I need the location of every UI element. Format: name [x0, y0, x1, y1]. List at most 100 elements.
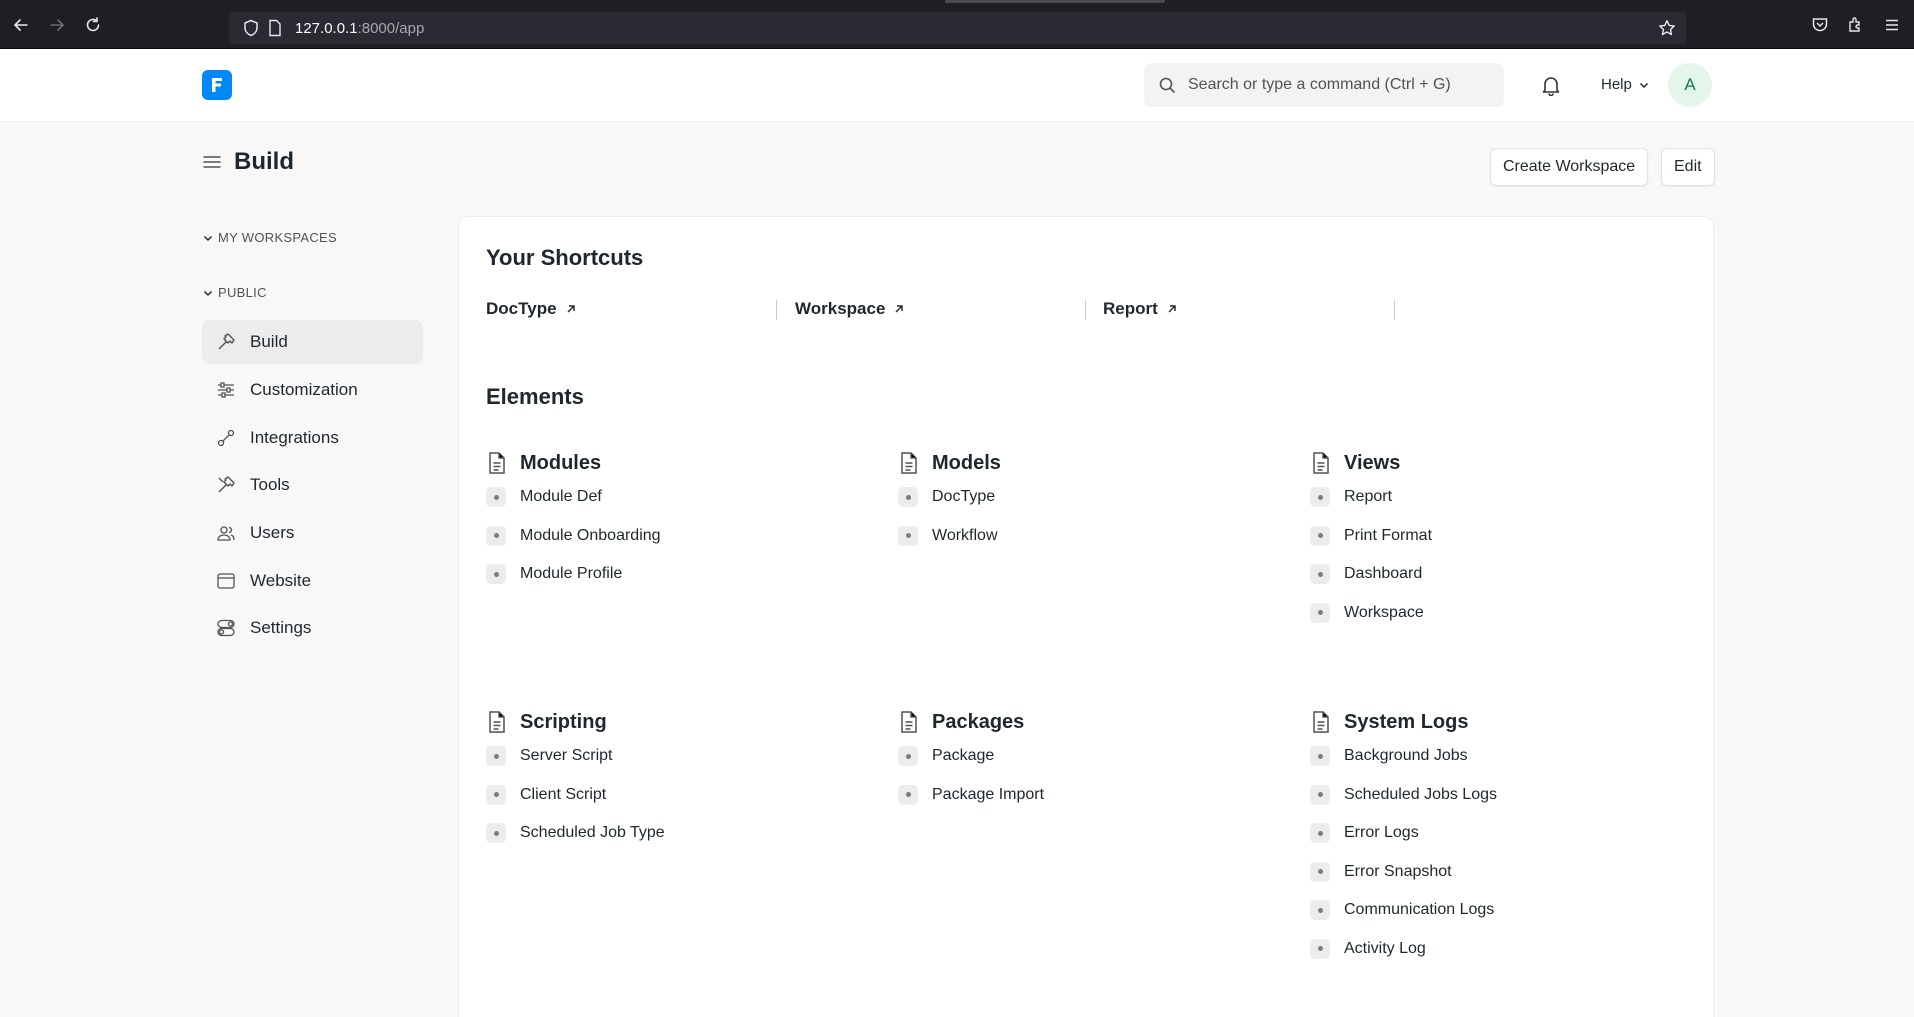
sliders-icon	[216, 380, 236, 400]
bullet-icon	[898, 525, 918, 546]
link-item[interactable]: Module Profile	[486, 555, 841, 594]
sidebar-item-users[interactable]: Users	[202, 511, 423, 555]
card-title: Modules	[520, 451, 602, 474]
card-title: System Logs	[1344, 710, 1469, 733]
back-icon[interactable]	[10, 14, 32, 36]
page-title: Build	[234, 148, 294, 175]
bookmark-star-icon[interactable]	[1658, 19, 1676, 37]
page-header: Build	[202, 148, 294, 176]
help-dropdown[interactable]: Help	[1601, 76, 1650, 93]
app-logo[interactable]	[202, 70, 232, 100]
card-title: Scripting	[520, 710, 607, 733]
link-item[interactable]: Error Snapshot	[1310, 853, 1665, 892]
sidebar-item-customization[interactable]: Customization	[202, 368, 423, 412]
page-icon	[267, 19, 285, 37]
url-bar[interactable]: 127.0.0.1:8000/app	[229, 12, 1686, 44]
link-item[interactable]: Server Script	[486, 737, 841, 776]
shortcuts-heading: Your Shortcuts	[486, 245, 644, 270]
link-item[interactable]: Report	[1310, 478, 1665, 517]
shortcut-doctype[interactable]: DocType	[486, 297, 577, 321]
search-input[interactable]	[1188, 76, 1488, 94]
link-item[interactable]: Module Onboarding	[486, 517, 841, 556]
sidebar-item-label: Integrations	[250, 428, 339, 447]
extensions-icon[interactable]	[1847, 16, 1865, 34]
sidebar-item-label: Users	[250, 523, 295, 542]
link-icon	[216, 428, 236, 448]
bullet-icon	[486, 525, 506, 546]
sidebar-item-tools[interactable]: Tools	[202, 463, 423, 507]
card-system-logs: System Logs Background Jobs Scheduled Jo…	[1305, 707, 1665, 968]
card-title: Packages	[932, 710, 1025, 733]
edit-button[interactable]: Edit	[1661, 148, 1715, 186]
link-item[interactable]: Scheduled Job Type	[486, 814, 841, 853]
bullet-icon	[1310, 823, 1330, 844]
sidebar-item-integrations[interactable]: Integrations	[202, 416, 423, 460]
link-item[interactable]: Package	[898, 737, 1253, 776]
link-item[interactable]: Module Def	[486, 478, 841, 517]
public-toggle[interactable]: PUBLIC	[202, 285, 267, 300]
pocket-icon[interactable]	[1811, 16, 1829, 34]
link-item[interactable]: Scheduled Jobs Logs	[1310, 776, 1665, 815]
sidebar-toggle-icon[interactable]	[202, 153, 222, 171]
sidebar-item-label: Build	[250, 332, 288, 351]
shortcut-report[interactable]: Report	[1103, 297, 1178, 321]
bullet-icon	[486, 564, 506, 585]
card-modules: Modules Module Def Module Onboarding Mod…	[481, 448, 841, 594]
shortcut-workspace[interactable]: Workspace	[795, 297, 905, 321]
hammer-icon	[216, 332, 236, 352]
create-workspace-button[interactable]: Create Workspace	[1490, 148, 1649, 186]
document-icon	[1310, 451, 1332, 475]
sidebar-item-build[interactable]: Build	[202, 320, 423, 364]
card-models: Models DocType Workflow	[893, 448, 1253, 555]
link-item[interactable]: DocType	[898, 478, 1253, 517]
browser-tab-indicator	[945, 0, 1165, 3]
document-icon	[898, 710, 920, 734]
link-item[interactable]: Print Format	[1310, 517, 1665, 556]
sidebar-item-settings[interactable]: Settings	[202, 606, 423, 650]
card-views: Views Report Print Format Dashboard Work…	[1305, 448, 1665, 632]
reload-icon[interactable]	[82, 14, 104, 36]
bullet-icon	[1310, 525, 1330, 546]
link-item[interactable]: Client Script	[486, 776, 841, 815]
link-item[interactable]: Workspace	[1310, 594, 1665, 633]
shield-icon[interactable]	[243, 19, 261, 37]
sidebar-item-label: Website	[250, 571, 312, 590]
arrow-up-right-icon	[893, 303, 905, 315]
bullet-icon	[1310, 602, 1330, 623]
sidebar-item-website[interactable]: Website	[202, 559, 423, 603]
avatar[interactable]: A	[1668, 63, 1712, 107]
link-item[interactable]: Workflow	[898, 517, 1253, 556]
browser-toolbar: 127.0.0.1:8000/app	[0, 0, 1914, 49]
shortcut-divider	[1394, 300, 1395, 320]
menu-icon[interactable]	[1883, 16, 1901, 34]
help-label: Help	[1601, 76, 1632, 93]
document-icon	[898, 451, 920, 475]
my-workspaces-toggle[interactable]: MY WORKSPACES	[202, 230, 337, 245]
card-packages: Packages Package Package Import	[893, 707, 1253, 814]
users-icon	[216, 523, 236, 543]
chevron-down-icon	[202, 287, 214, 299]
my-workspaces-label: MY WORKSPACES	[218, 230, 337, 245]
card-title: Views	[1344, 451, 1401, 474]
notification-bell-icon[interactable]	[1540, 74, 1562, 96]
bullet-icon	[1310, 746, 1330, 767]
bullet-icon	[1310, 564, 1330, 585]
bullet-icon	[1310, 784, 1330, 805]
document-icon	[1310, 710, 1332, 734]
bullet-icon	[1310, 487, 1330, 508]
tools-icon	[216, 475, 236, 495]
link-item[interactable]: Error Logs	[1310, 814, 1665, 853]
search-bar[interactable]	[1144, 63, 1504, 107]
link-item[interactable]: Activity Log	[1310, 930, 1665, 969]
link-item[interactable]: Communication Logs	[1310, 891, 1665, 930]
toggle-icon	[216, 618, 236, 638]
bullet-icon	[486, 784, 506, 805]
document-icon	[486, 451, 508, 475]
link-item[interactable]: Dashboard	[1310, 555, 1665, 594]
link-item[interactable]: Package Import	[898, 776, 1253, 815]
bullet-icon	[1310, 938, 1330, 959]
forward-icon[interactable]	[46, 14, 68, 36]
bullet-icon	[898, 746, 918, 767]
arrow-up-right-icon	[565, 303, 577, 315]
link-item[interactable]: Background Jobs	[1310, 737, 1665, 776]
